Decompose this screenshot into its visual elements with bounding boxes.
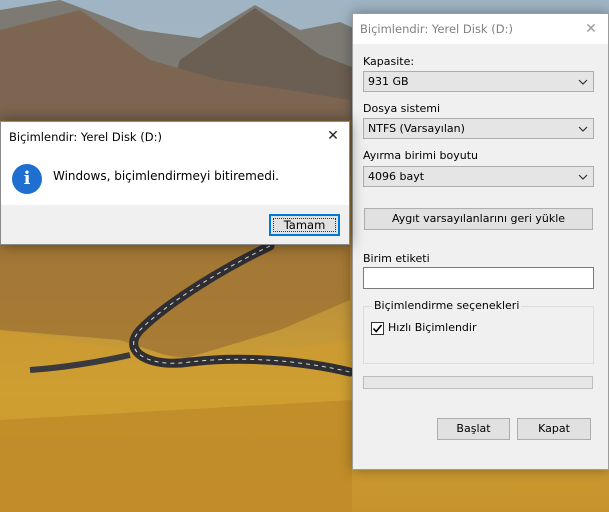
filesystem-label: Dosya sistemi bbox=[363, 102, 441, 115]
allocation-unit-label: Ayırma birimi boyutu bbox=[363, 149, 478, 162]
quick-format-label[interactable]: Hızlı Biçimlendir bbox=[388, 321, 477, 334]
checkmark-icon bbox=[372, 324, 383, 333]
message-box: Biçimlendir: Yerel Disk (D:) ✕ i Windows… bbox=[0, 121, 350, 245]
info-icon: i bbox=[12, 164, 42, 194]
restore-defaults-button[interactable]: Aygıt varsayılanlarını geri yükle bbox=[364, 208, 593, 230]
quick-format-checkbox[interactable] bbox=[371, 322, 384, 335]
allocation-unit-select[interactable]: 4096 bayt bbox=[363, 166, 594, 187]
capacity-label: Kapasite: bbox=[363, 55, 415, 68]
format-progress-bar bbox=[363, 376, 593, 389]
close-icon[interactable]: ✕ bbox=[574, 14, 608, 44]
volume-label-label: Birim etiketi bbox=[363, 252, 430, 265]
format-options-label: Biçimlendirme seçenekleri bbox=[372, 299, 522, 312]
allocation-unit-value: 4096 bayt bbox=[368, 170, 425, 183]
volume-label-input[interactable] bbox=[363, 267, 594, 289]
filesystem-value: NTFS (Varsayılan) bbox=[368, 122, 465, 135]
format-dialog: Biçimlendir: Yerel Disk (D:) ✕ Kapasite:… bbox=[352, 13, 609, 470]
filesystem-select[interactable]: NTFS (Varsayılan) bbox=[363, 118, 594, 139]
message-box-title: Biçimlendir: Yerel Disk (D:) bbox=[9, 130, 162, 144]
chevron-down-icon bbox=[578, 174, 588, 180]
ok-button[interactable]: Tamam bbox=[269, 214, 340, 236]
message-text: Windows, biçimlendirmeyi bitiremedi. bbox=[53, 169, 279, 183]
capacity-value: 931 GB bbox=[368, 75, 409, 88]
capacity-select[interactable]: 931 GB bbox=[363, 71, 594, 92]
format-dialog-title: Biçimlendir: Yerel Disk (D:) bbox=[360, 22, 513, 36]
format-dialog-titlebar[interactable]: Biçimlendir: Yerel Disk (D:) ✕ bbox=[353, 14, 608, 44]
start-button[interactable]: Başlat bbox=[437, 418, 510, 440]
focus-rect bbox=[273, 218, 336, 232]
close-button[interactable]: Kapat bbox=[517, 418, 591, 440]
close-icon[interactable]: ✕ bbox=[317, 122, 349, 150]
chevron-down-icon bbox=[578, 79, 588, 85]
format-options-group: Biçimlendirme seçenekleri Hızlı Biçimlen… bbox=[363, 299, 594, 364]
chevron-down-icon bbox=[578, 126, 588, 132]
